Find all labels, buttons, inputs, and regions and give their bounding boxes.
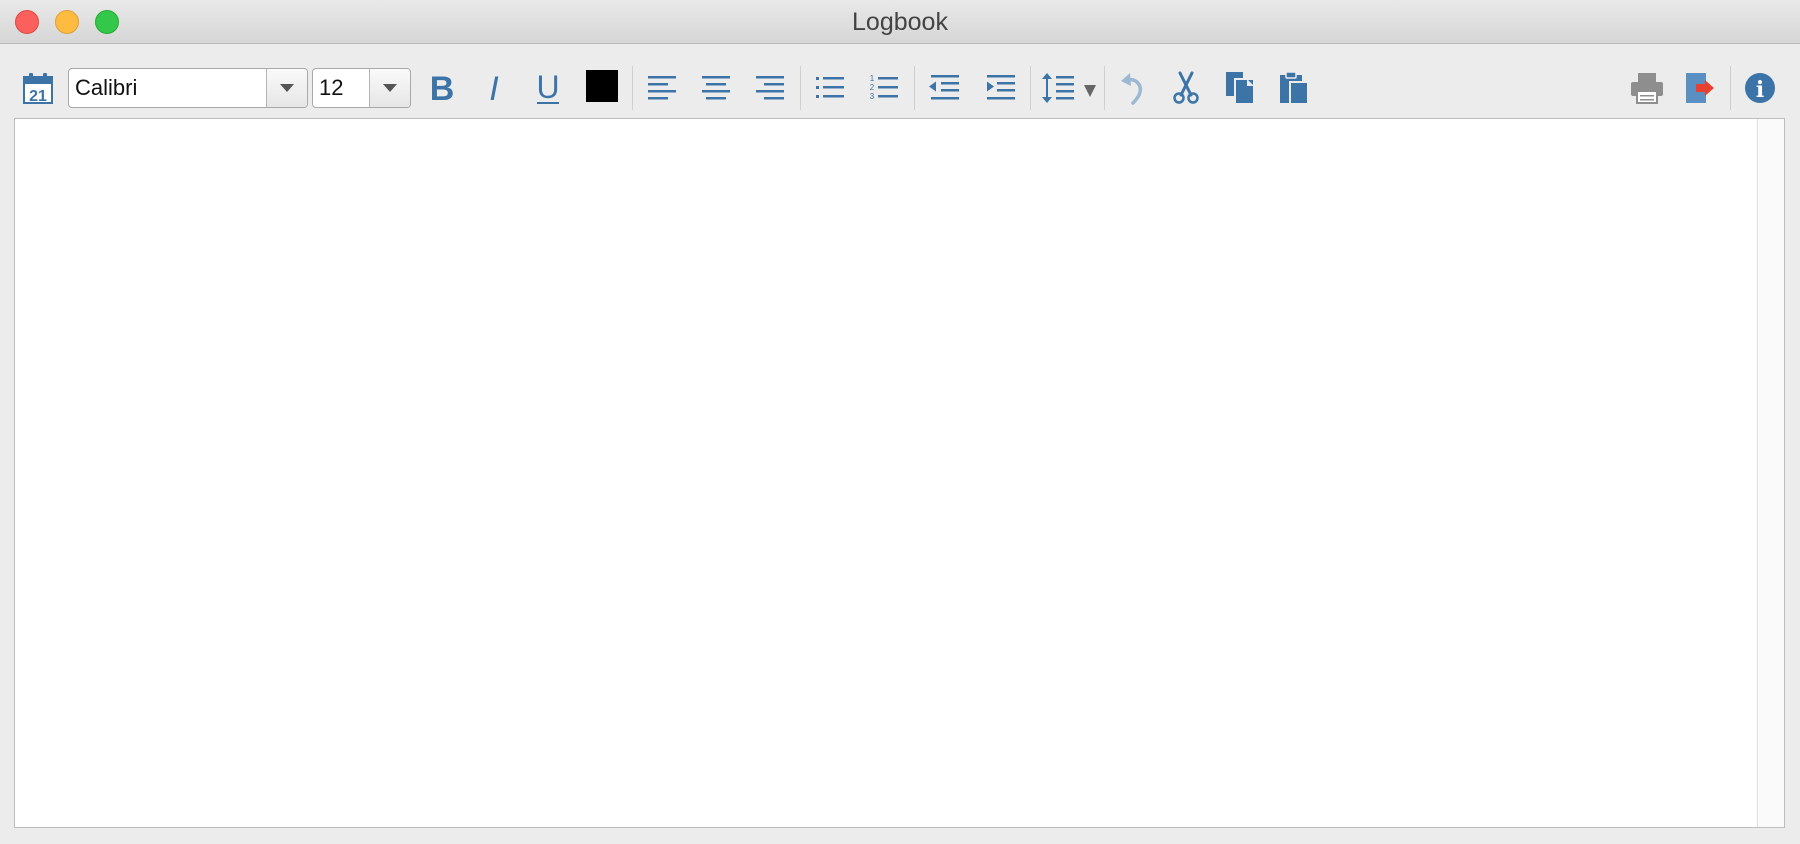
calendar-icon: 21 [23, 73, 53, 105]
indent-button[interactable] [980, 68, 1020, 108]
undo-icon [1121, 73, 1142, 105]
paste-icon [1280, 71, 1309, 105]
text-color-swatch [586, 70, 618, 102]
info-button[interactable]: i [1740, 68, 1780, 108]
undo-button[interactable] [1112, 68, 1152, 108]
italic-icon: I [489, 71, 499, 105]
align-center-button[interactable] [696, 68, 736, 108]
indent-icon [987, 75, 1015, 100]
italic-button[interactable]: I [474, 68, 514, 108]
align-right-icon [756, 76, 784, 100]
align-right-button[interactable] [750, 68, 790, 108]
underline-icon: U [536, 70, 559, 105]
align-left-button[interactable] [642, 68, 682, 108]
svg-text:i: i [1756, 77, 1764, 103]
numbered-list-button[interactable]: 1 2 3 [864, 68, 904, 108]
font-size-select[interactable]: 12 [312, 68, 411, 108]
copy-icon [1226, 72, 1255, 105]
outdent-icon [929, 75, 959, 100]
title-bar: Logbook [0, 0, 1800, 44]
bold-icon: B [430, 71, 455, 105]
toolbar-separator [1104, 66, 1105, 110]
font-size-value: 12 [319, 75, 344, 100]
align-center-icon [702, 76, 730, 100]
bold-button[interactable]: B [422, 68, 462, 108]
numbered-list-icon: 1 2 3 [870, 74, 898, 101]
underline-button[interactable]: U [528, 68, 568, 108]
print-icon [1631, 73, 1663, 104]
cut-icon [1173, 71, 1199, 104]
calendar-day: 21 [29, 88, 47, 105]
toolbar-separator [632, 66, 633, 110]
triangle-down-icon [280, 84, 294, 92]
font-family-select[interactable]: Calibri [68, 68, 308, 108]
font-family-value: Calibri [75, 75, 138, 100]
svg-text:B: B [430, 71, 455, 105]
info-icon: i [1745, 73, 1775, 103]
export-icon [1686, 73, 1714, 103]
window-title: Logbook [852, 8, 948, 36]
svg-text:U: U [536, 70, 559, 105]
svg-text:1: 1 [870, 74, 875, 83]
logbook-text-editor[interactable] [14, 118, 1785, 828]
outdent-button[interactable] [924, 68, 964, 108]
align-left-icon [648, 76, 676, 100]
export-button[interactable] [1680, 68, 1720, 108]
text-color-button[interactable] [584, 68, 620, 104]
vertical-scrollbar[interactable] [1757, 119, 1784, 827]
logbook-window: Logbook 21 Calibri 12 B I U 1 2 3 i [0, 0, 1800, 844]
print-button[interactable] [1626, 68, 1668, 108]
line-spacing-button[interactable] [1038, 68, 1102, 108]
line-spacing-icon [1042, 73, 1096, 103]
triangle-down-icon [383, 84, 397, 92]
font-size-dropdown-button[interactable] [369, 69, 410, 107]
cut-button[interactable] [1166, 68, 1206, 108]
svg-text:2: 2 [870, 83, 875, 92]
font-family-dropdown-button[interactable] [266, 69, 307, 107]
paste-button[interactable] [1274, 68, 1314, 108]
copy-button[interactable] [1220, 68, 1260, 108]
insert-date-button[interactable]: 21 [18, 68, 58, 108]
toolbar-separator [800, 66, 801, 110]
toolbar-separator [914, 66, 915, 110]
bullet-list-button[interactable] [810, 68, 850, 108]
bullet-list-icon [816, 77, 844, 98]
toolbar-separator [1030, 66, 1031, 110]
svg-text:I: I [489, 71, 499, 105]
toolbar-separator [1730, 66, 1731, 110]
svg-text:3: 3 [870, 92, 875, 101]
